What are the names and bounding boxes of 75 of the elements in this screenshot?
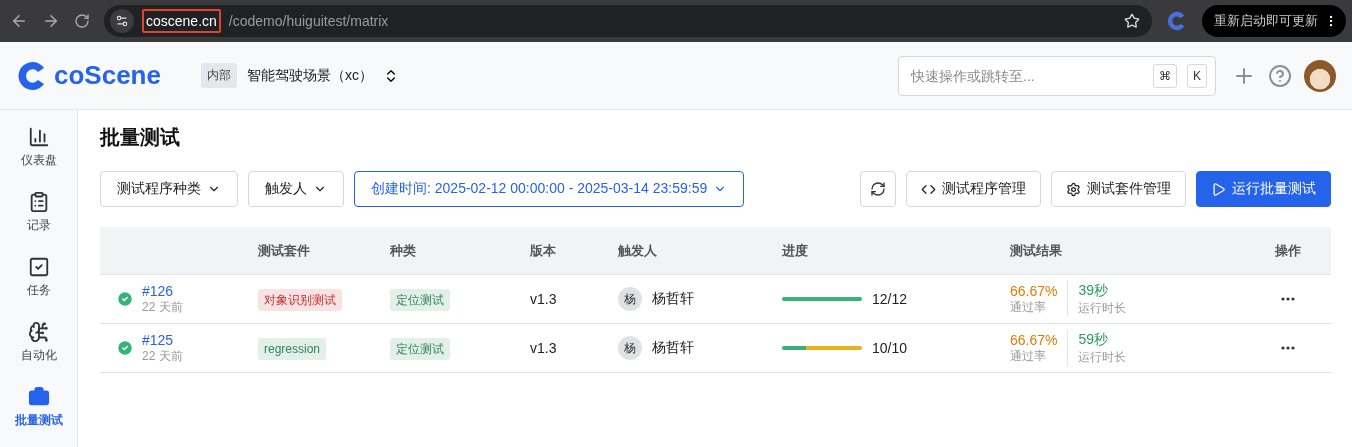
reload-icon[interactable] [74, 13, 90, 29]
brain-icon [27, 321, 50, 343]
ellipsis-icon [1281, 346, 1295, 350]
more-button[interactable] [1279, 344, 1297, 352]
suite-tag: regression [258, 338, 327, 360]
back-icon[interactable] [10, 12, 28, 30]
star-icon[interactable] [1124, 13, 1140, 29]
version-text: v1.3 [530, 340, 558, 356]
run-link[interactable]: #126 [142, 282, 183, 299]
pass-rate: 66.67% [1010, 331, 1058, 348]
refresh-button[interactable] [860, 171, 896, 207]
chart-icon [27, 126, 50, 148]
filter-dropdown[interactable]: 测试程序种类 [100, 171, 238, 207]
column-header: 测试套件 [258, 241, 310, 260]
help-icon[interactable] [1268, 63, 1292, 88]
forward-icon[interactable] [42, 12, 60, 30]
briefcase-icon [27, 386, 50, 408]
project-badge: 内部 [200, 63, 237, 88]
duration-value: 39秒 [1078, 281, 1110, 300]
duration-value: 59秒 [1078, 330, 1110, 349]
column-header: 版本 [530, 241, 556, 260]
action-button[interactable]: 测试套件管理 [1051, 171, 1186, 207]
column-header: 操作 [1275, 241, 1301, 260]
progress-count: 10/10 [872, 340, 908, 356]
action-button[interactable]: 运行批量测试 [1196, 171, 1331, 207]
duration-label: 运行时长 [1078, 299, 1127, 317]
site-settings-icon[interactable] [110, 9, 134, 33]
url-host: coscene.cn [142, 9, 221, 33]
success-icon [116, 339, 134, 357]
pass-rate-label: 通过率 [1010, 298, 1047, 316]
update-button[interactable]: 重新启动即可更新 [1202, 5, 1346, 37]
column-header: 触发人 [618, 241, 657, 260]
settings-icon [1066, 181, 1081, 197]
page-title: 批量测试 [100, 125, 181, 150]
ellipsis-icon [1281, 297, 1295, 301]
column-header: 测试结果 [1010, 241, 1062, 260]
user-avatar: 杨 [618, 287, 642, 311]
sidebar-item[interactable]: 批量测试 [14, 382, 63, 433]
progress-count: 12/12 [872, 291, 908, 307]
trigger-name: 杨哲轩 [652, 339, 694, 357]
sidebar-item[interactable]: 记录 [26, 187, 51, 238]
pass-rate: 66.67% [1010, 282, 1058, 299]
sidebar-item[interactable]: 任务 [26, 252, 51, 303]
url-path: /codemo/huiguitest/matrix [228, 13, 390, 29]
action-button[interactable]: 测试程序管理 [906, 171, 1041, 207]
filter-dropdown[interactable]: 触发人 [248, 171, 344, 207]
project-name[interactable]: 智能驾驶场景（xc） [246, 66, 373, 85]
play-icon [1211, 181, 1226, 197]
sidebar-item[interactable]: 自动化 [20, 317, 57, 368]
filter-dropdown[interactable]: 创建时间: 2025-02-12 00:00:00 - 2025-03-14 23:59:59 [354, 171, 745, 207]
search-input[interactable]: 快速操作或跳转至... [909, 66, 1143, 85]
version-text: v1.3 [530, 291, 558, 307]
type-tag: 定位测试 [390, 337, 450, 360]
column-header: 进度 [782, 241, 808, 260]
address-bar[interactable]: coscene.cn /codemo/huiguitest/matrix [104, 5, 1152, 37]
refresh-icon [870, 181, 886, 197]
type-tag: 定位测试 [390, 288, 450, 311]
checkbox-icon [27, 256, 50, 278]
more-button[interactable] [1279, 295, 1297, 303]
run-link[interactable]: #125 [142, 331, 183, 348]
duration-label: 运行时长 [1078, 348, 1127, 366]
suite-tag: 对象识别测试 [258, 288, 342, 311]
success-icon [116, 290, 134, 308]
sidebar-item[interactable]: 仪表盘 [20, 122, 57, 173]
run-time: 22 天前 [142, 298, 183, 316]
search-bar[interactable]: 快速操作或跳转至... ⌘ K [898, 55, 1216, 96]
user-avatar: 杨 [618, 336, 642, 360]
user-avatar[interactable] [1304, 59, 1336, 92]
column-header: 种类 [390, 241, 416, 260]
shortcut-key: ⌘ [1153, 63, 1177, 88]
shortcut-key: K [1187, 63, 1207, 88]
logo-text: coScene [54, 60, 161, 91]
run-time: 22 天前 [142, 347, 183, 365]
trigger-name: 杨哲轩 [652, 290, 694, 308]
pass-rate-label: 通过率 [1010, 347, 1047, 365]
